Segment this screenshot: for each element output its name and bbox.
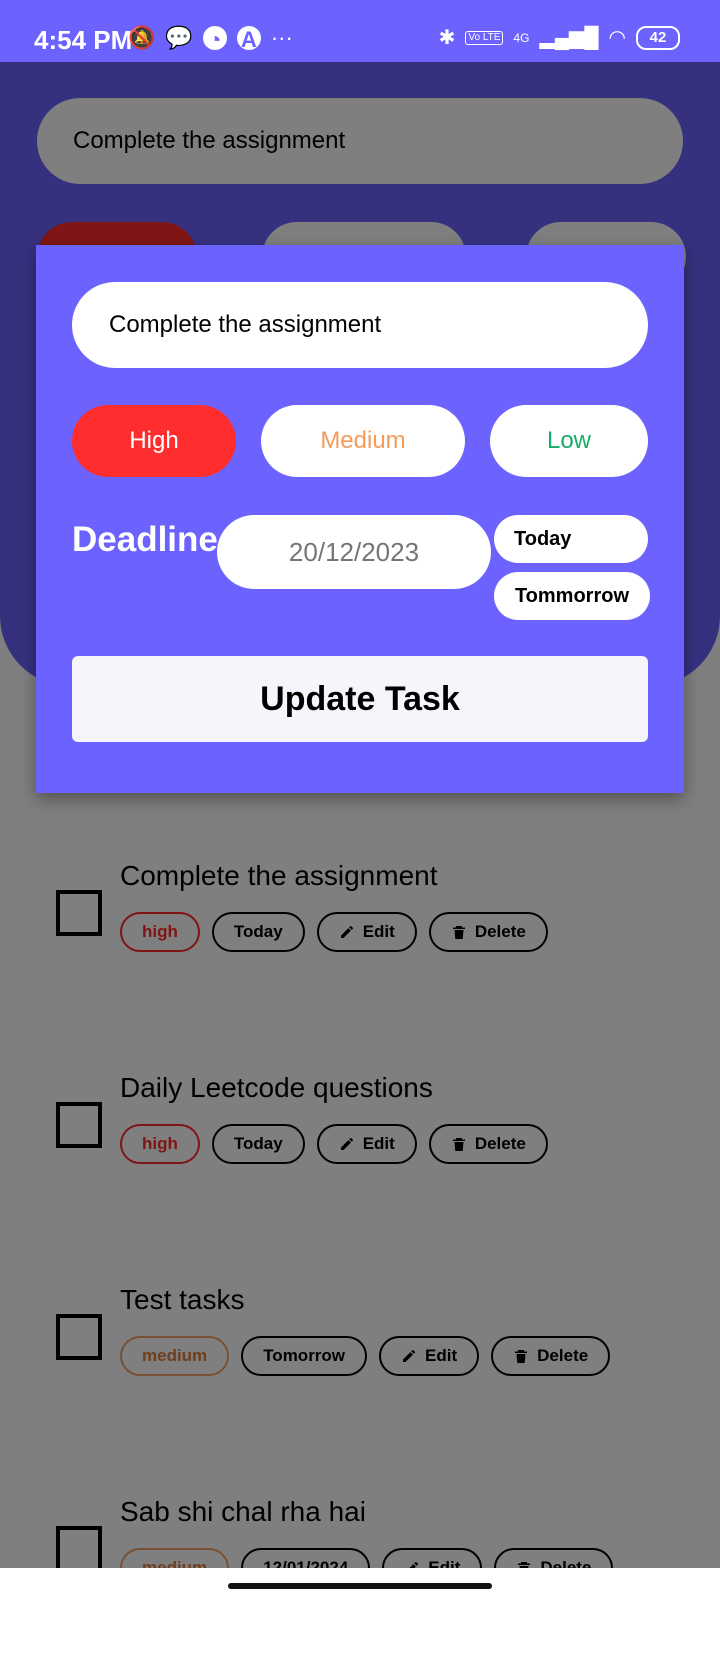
tomorrow-button[interactable]: Tommorrow: [494, 572, 650, 620]
today-button[interactable]: Today: [494, 515, 648, 563]
network-label: 4G: [513, 30, 530, 45]
volte-icon: Vo LTE: [465, 30, 504, 45]
circle-app-icon: ◔: [202, 26, 227, 52]
more-dots-icon: ···: [270, 25, 293, 50]
deadline-label: Deadline: [72, 520, 218, 559]
priority-medium-button[interactable]: Medium: [261, 405, 465, 477]
wifi-icon: ◠: [608, 27, 626, 49]
battery-icon: 42: [636, 25, 680, 50]
task-name-input[interactable]: [72, 282, 648, 368]
edit-task-dialog: High Medium Low Deadline Today Tommorrow…: [36, 245, 684, 793]
signal-icon: ▂▄▆█: [539, 27, 599, 49]
status-time: 4:54 PM: [34, 25, 133, 55]
deadline-date-input[interactable]: [217, 515, 491, 589]
priority-low-button[interactable]: Low: [490, 405, 648, 477]
bluetooth-icon: ✱: [438, 27, 456, 49]
navigation-bar: [0, 1568, 720, 1600]
update-task-button[interactable]: Update Task: [72, 656, 648, 742]
priority-high-button[interactable]: High: [72, 405, 236, 477]
muted-alarm-icon: 🔕: [128, 25, 156, 50]
artstation-icon: A: [236, 26, 261, 52]
system-icons: ✱ Vo LTE 4G ▂▄▆█ ◠ 42: [439, 25, 680, 50]
chat-bubble-icon: 💬: [165, 25, 193, 50]
notification-icons: 🔕 💬 ◔ A ···: [128, 24, 293, 52]
home-gesture-handle[interactable]: [228, 1583, 492, 1589]
status-bar: 4:54 PM 🔕 💬 ◔ A ··· ✱ Vo LTE 4G ▂▄▆█ ◠ 4…: [0, 0, 720, 62]
